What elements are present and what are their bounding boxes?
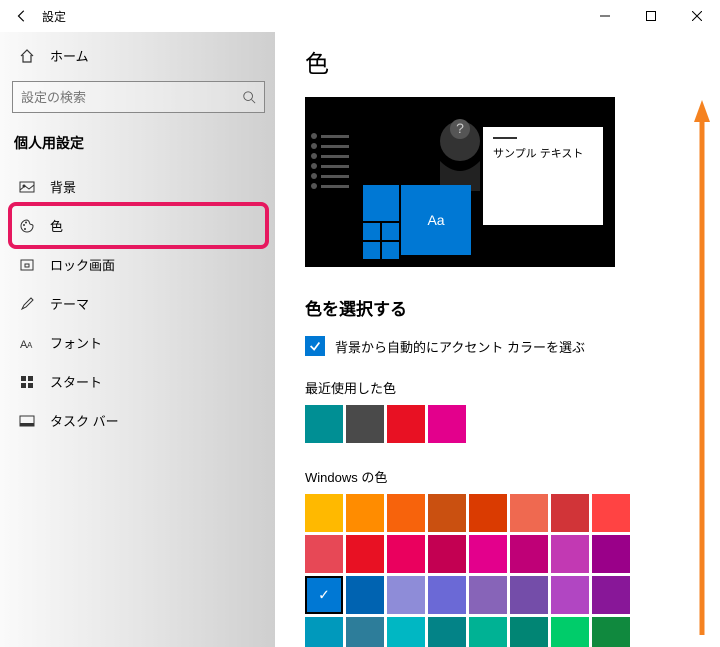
font-icon: AA	[18, 334, 36, 352]
nav-item-label: テーマ	[50, 294, 89, 313]
color-swatch[interactable]	[428, 494, 466, 532]
nav-item-label: フォント	[50, 333, 102, 352]
recent-color-swatch[interactable]	[346, 405, 384, 443]
color-swatch[interactable]	[469, 576, 507, 614]
start-icon	[18, 373, 36, 391]
recent-color-swatch[interactable]	[305, 405, 343, 443]
color-swatch[interactable]	[305, 576, 343, 614]
minimize-button[interactable]	[582, 0, 628, 32]
checkbox-icon	[305, 336, 325, 356]
taskbar-icon	[18, 412, 36, 430]
sidebar: ホーム 個人用設定 背景色ロック画面テーマ AA フォントスタートタスク バー	[0, 32, 275, 647]
color-swatch[interactable]	[428, 535, 466, 573]
maximize-icon	[646, 11, 656, 21]
preview-sample-text: サンプル テキスト	[493, 148, 583, 160]
search-icon	[242, 90, 256, 104]
recent-colors-label: 最近使用した色	[305, 378, 700, 397]
nav-item-label: スタート	[50, 372, 102, 391]
nav-item-lock[interactable]: ロック画面	[12, 245, 265, 284]
minimize-icon	[600, 11, 610, 21]
windows-color-grid	[305, 494, 700, 647]
nav-item-font[interactable]: AA フォント	[12, 323, 265, 362]
nav-item-brush[interactable]: テーマ	[12, 284, 265, 323]
color-swatch[interactable]	[305, 535, 343, 573]
close-icon	[692, 11, 702, 21]
auto-accent-checkbox[interactable]: 背景から自動的にアクセント カラーを選ぶ	[305, 336, 700, 356]
home-label: ホーム	[50, 46, 89, 65]
arrow-left-icon	[15, 9, 29, 23]
color-swatch[interactable]	[551, 494, 589, 532]
color-swatch[interactable]	[305, 494, 343, 532]
window-controls	[582, 0, 720, 32]
color-swatch[interactable]	[346, 576, 384, 614]
back-button[interactable]	[8, 2, 36, 30]
nav-item-taskbar[interactable]: タスク バー	[12, 401, 265, 440]
nav-item-label: タスク バー	[50, 411, 119, 430]
color-swatch[interactable]	[592, 576, 630, 614]
color-swatch[interactable]	[346, 617, 384, 647]
home-icon	[18, 47, 36, 65]
preview-tile: Aa	[401, 185, 471, 255]
svg-text:A: A	[27, 341, 33, 350]
svg-text:?: ?	[456, 120, 464, 136]
nav-item-picture[interactable]: 背景	[12, 167, 265, 206]
titlebar: 設定	[0, 0, 720, 32]
color-swatch[interactable]	[428, 576, 466, 614]
windows-colors-label: Windows の色	[305, 467, 700, 486]
preview-window: サンプル テキスト	[483, 127, 603, 225]
color-swatch[interactable]	[592, 617, 630, 647]
color-swatch[interactable]	[387, 494, 425, 532]
color-swatch[interactable]	[387, 576, 425, 614]
maximize-button[interactable]	[628, 0, 674, 32]
color-preview: ? サンプル テキスト Aa	[305, 97, 615, 267]
wallpaper-figure-icon: ?	[435, 111, 485, 191]
lock-icon	[18, 256, 36, 274]
color-swatch[interactable]	[551, 576, 589, 614]
color-swatch[interactable]	[592, 535, 630, 573]
color-swatch[interactable]	[387, 617, 425, 647]
color-swatch[interactable]	[469, 535, 507, 573]
color-swatch[interactable]	[510, 576, 548, 614]
recent-color-swatch[interactable]	[428, 405, 466, 443]
section-header: 個人用設定	[12, 127, 265, 167]
color-swatch[interactable]	[469, 494, 507, 532]
color-swatch[interactable]	[346, 494, 384, 532]
color-swatch[interactable]	[346, 535, 384, 573]
nav-item-label: ロック画面	[50, 255, 115, 274]
recent-colors-row	[305, 405, 700, 443]
color-swatch[interactable]	[551, 617, 589, 647]
nav-item-label: 背景	[50, 177, 76, 196]
window-title: 設定	[42, 8, 66, 25]
search-box[interactable]	[12, 81, 265, 113]
search-input[interactable]	[21, 90, 242, 105]
color-swatch[interactable]	[305, 617, 343, 647]
color-swatch[interactable]	[510, 617, 548, 647]
nav-item-label: 色	[50, 216, 63, 235]
color-swatch[interactable]	[592, 494, 630, 532]
auto-accent-label: 背景から自動的にアクセント カラーを選ぶ	[335, 337, 585, 356]
color-swatch[interactable]	[510, 535, 548, 573]
brush-icon	[18, 295, 36, 313]
color-swatch[interactable]	[551, 535, 589, 573]
color-swatch[interactable]	[510, 494, 548, 532]
palette-icon	[18, 217, 36, 235]
home-nav[interactable]: ホーム	[12, 38, 265, 73]
nav-item-start[interactable]: スタート	[12, 362, 265, 401]
color-swatch[interactable]	[469, 617, 507, 647]
recent-color-swatch[interactable]	[387, 405, 425, 443]
color-swatch[interactable]	[387, 535, 425, 573]
content-area: 色 ? サンプル テキスト	[275, 32, 720, 647]
page-title: 色	[305, 44, 700, 79]
nav-item-palette[interactable]: 色	[12, 206, 265, 245]
color-swatch[interactable]	[428, 617, 466, 647]
close-button[interactable]	[674, 0, 720, 32]
picture-icon	[18, 178, 36, 196]
choose-color-heading: 色を選択する	[305, 295, 700, 320]
